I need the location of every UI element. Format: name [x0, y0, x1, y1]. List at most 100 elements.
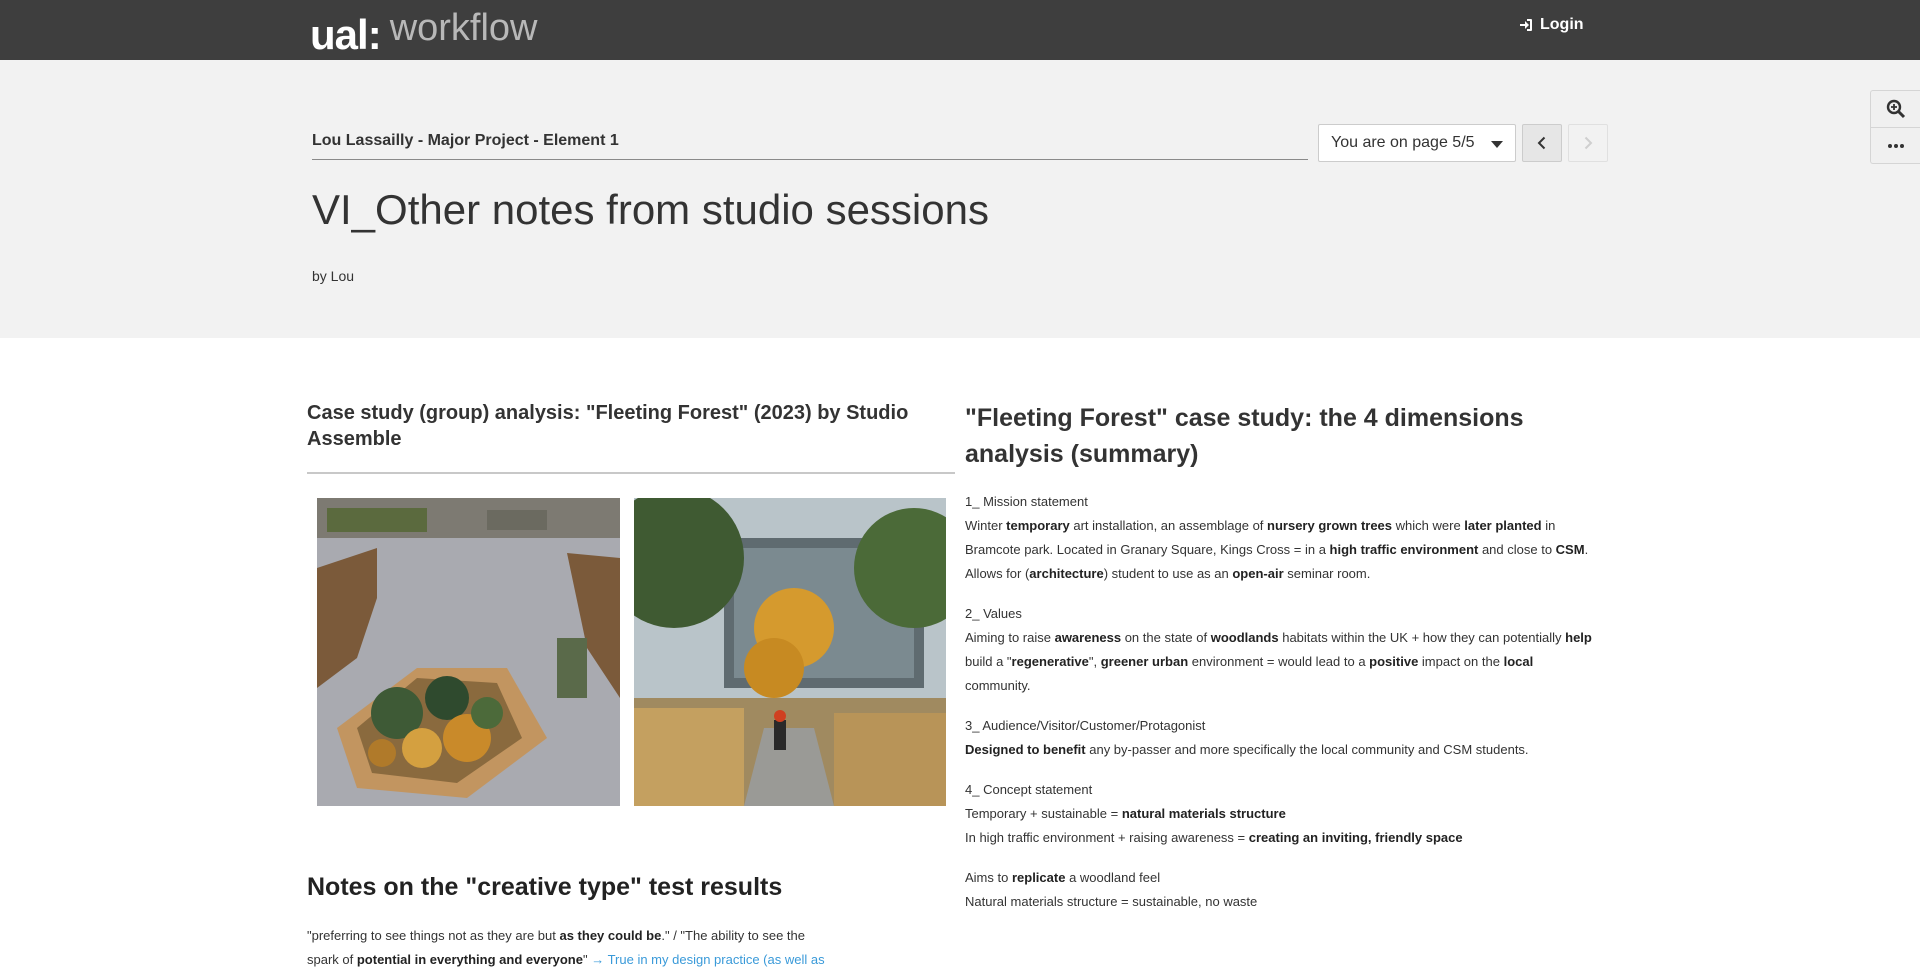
- text-span: ) student to use as an: [1103, 566, 1233, 581]
- summary-title: "Fleeting Forest" case study: the 4 dime…: [965, 404, 1524, 468]
- ual-workflow-logo[interactable]: ual : workflow: [310, 2, 538, 58]
- text-span: on the state of: [1121, 630, 1211, 645]
- mission-statement-section: 1_ Mission statement Winter temporary ar…: [965, 490, 1615, 586]
- bold-span: natural materials structure: [1121, 806, 1286, 821]
- dimensions-summary: "Fleeting Forest" case study: the 4 dime…: [965, 400, 1615, 930]
- text-span: environment = would lead to a: [1188, 654, 1370, 669]
- notes-text-span: "preferring to see things not as they ar…: [307, 928, 560, 943]
- bold-span: woodlands: [1210, 630, 1279, 645]
- section-line: Winter temporary art installation, an as…: [965, 514, 1615, 538]
- bold-span: positive: [1369, 654, 1419, 669]
- text-span: In high traffic environment + raising aw…: [965, 830, 1249, 845]
- bold-span: replicate: [1011, 870, 1066, 885]
- bold-span: temporary: [1006, 518, 1070, 533]
- more-options-button[interactable]: [1871, 127, 1920, 163]
- notes-text-span: ": [582, 952, 592, 967]
- bold-span: Designed to benefit: [965, 742, 1086, 757]
- notes-line: spark of potential in everything and eve…: [307, 948, 867, 967]
- section-line: In high traffic environment + raising aw…: [965, 826, 1615, 850]
- notes-bold-span: as they could be: [559, 928, 662, 943]
- aerial-photo-image: [317, 498, 620, 806]
- section-line: community.: [965, 674, 1615, 698]
- notes-link[interactable]: → True in my design practice (as well as: [591, 952, 824, 967]
- text-span: Winter: [965, 518, 1007, 533]
- next-page-button[interactable]: [1568, 124, 1608, 162]
- text-span: Temporary + sustainable =: [965, 806, 1122, 821]
- section-line: Temporary + sustainable = natural materi…: [965, 802, 1615, 826]
- text-span: art installation, an assemblage of: [1069, 518, 1268, 533]
- sign-in-icon: [1520, 19, 1532, 31]
- text-span: Allows for (: [965, 566, 1030, 581]
- section-line: Designed to benefit any by-passer and mo…: [965, 738, 1615, 762]
- text-span: which were: [1392, 518, 1465, 533]
- section-line: Natural materials structure = sustainabl…: [965, 890, 1615, 914]
- section-line: Aiming to raise awareness on the state o…: [965, 626, 1615, 650]
- previous-page-button[interactable]: [1522, 124, 1562, 162]
- notes-text-span: spark of: [307, 952, 357, 967]
- bold-span: architecture: [1029, 566, 1104, 581]
- notes-bold-span: potential in everything and everyone: [356, 952, 583, 967]
- ellipsis-icon: [1888, 143, 1904, 148]
- notes-text-span: ." / "The ability to see the: [661, 928, 805, 943]
- section-line: build a "regenerative", greener urban en…: [965, 650, 1615, 674]
- case-study-heading: Case study (group) analysis: "Fleeting F…: [307, 400, 955, 474]
- bold-span: regenerative: [1011, 654, 1089, 669]
- author-byline: by Lou: [312, 268, 355, 284]
- installation-ground-photo[interactable]: [634, 498, 946, 806]
- side-toolbar: [1870, 90, 1920, 164]
- bold-span: later planted: [1464, 518, 1542, 533]
- bold-span: high traffic environment: [1329, 542, 1479, 557]
- caret-down-icon: [1491, 141, 1503, 148]
- text-span: habitats within the UK + how they can po…: [1278, 630, 1566, 645]
- logo-main: ual: [310, 11, 369, 58]
- section-heading: 1_ Mission statement: [965, 494, 1088, 509]
- section-line: Aims to replicate a woodland feel: [965, 866, 1615, 890]
- text-span: in: [1541, 518, 1556, 533]
- section-line: Bramcote park. Located in Granary Square…: [965, 538, 1615, 562]
- login-button[interactable]: Login: [1518, 16, 1584, 34]
- chevron-left-icon: [1537, 136, 1546, 150]
- bold-span: open-air: [1232, 566, 1284, 581]
- page-title: VI_Other notes from studio sessions: [312, 186, 989, 233]
- bold-span: CSM: [1555, 542, 1585, 557]
- bold-span: local: [1503, 654, 1534, 669]
- creative-type-notes-title: Notes on the "creative type" test result…: [307, 873, 783, 901]
- bold-span: help: [1565, 630, 1592, 645]
- page-selector[interactable]: You are on page 5/5: [1318, 124, 1516, 162]
- text-span: and close to: [1478, 542, 1556, 557]
- text-span: a woodland feel: [1065, 870, 1161, 885]
- text-span: build a ": [965, 654, 1012, 669]
- text-span: ",: [1088, 654, 1101, 669]
- text-span: Aiming to raise: [965, 630, 1055, 645]
- section-heading: 3_ Audience/Visitor/Customer/Protagonist: [965, 718, 1206, 733]
- text-span: impact on the: [1418, 654, 1504, 669]
- page-header: Lou Lassailly - Major Project - Element …: [0, 60, 1920, 338]
- creative-type-notes-text: "preferring to see things not as they ar…: [307, 924, 867, 967]
- text-span: Natural materials structure = sustainabl…: [965, 894, 1258, 909]
- top-bar: ual : workflow Login: [0, 0, 1920, 60]
- bold-span: nursery grown trees: [1267, 518, 1393, 533]
- text-span: .: [1584, 542, 1589, 557]
- section-heading: 2_ Values: [965, 606, 1022, 621]
- bold-span: awareness: [1054, 630, 1122, 645]
- chevron-right-icon: [1584, 136, 1593, 150]
- audience-section: 3_ Audience/Visitor/Customer/Protagonist…: [965, 714, 1615, 762]
- bold-span: creating an inviting, friendly space: [1248, 830, 1463, 845]
- values-section: 2_ Values Aiming to raise awareness on t…: [965, 602, 1615, 698]
- installation-aerial-photo[interactable]: [317, 498, 620, 806]
- text-span: Aims to: [965, 870, 1012, 885]
- page-selector-value: You are on page 5/5: [1331, 134, 1475, 151]
- logo-app-name: workflow: [389, 7, 538, 49]
- bold-span: greener urban: [1100, 654, 1189, 669]
- ground-photo-image: [634, 498, 946, 806]
- logo-separator: :: [367, 11, 382, 58]
- portfolio-title[interactable]: Lou Lassailly - Major Project - Element …: [312, 126, 1308, 160]
- zoom-in-icon: [1886, 99, 1906, 119]
- section-line: Allows for (architecture) student to use…: [965, 562, 1615, 586]
- zoom-button[interactable]: [1871, 91, 1920, 127]
- login-label: Login: [1540, 16, 1584, 33]
- text-span: seminar room.: [1283, 566, 1371, 581]
- text-span: Bramcote park. Located in Granary Square…: [965, 542, 1330, 557]
- section-heading: 4_ Concept statement: [965, 782, 1093, 797]
- text-span: community.: [965, 678, 1031, 693]
